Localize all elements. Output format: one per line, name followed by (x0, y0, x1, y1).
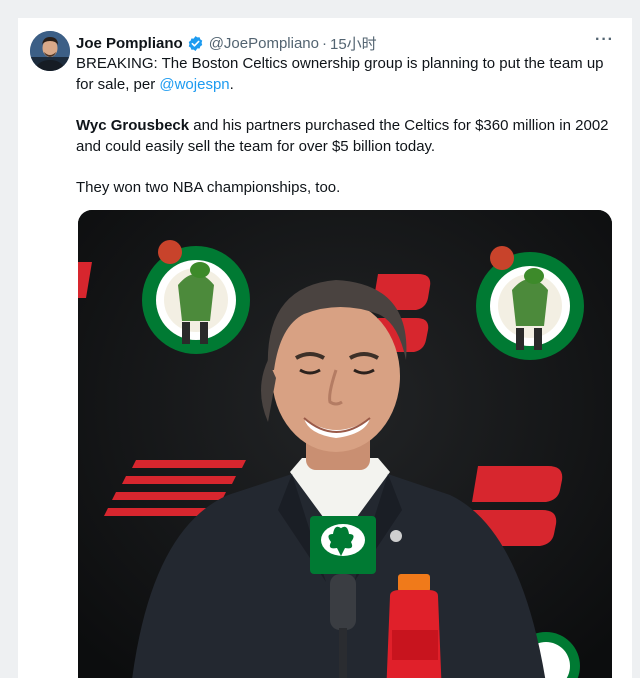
separator-dot: · (321, 34, 327, 52)
tweet-paragraph-3: They won two NBA championships, too. (76, 179, 341, 196)
tweet-line1-pre: BREAKING: The Boston Celtics ownership g… (76, 55, 604, 93)
right-border (632, 0, 640, 678)
avatar[interactable] (30, 31, 70, 71)
tweet-photo[interactable] (78, 210, 612, 678)
tweet-header: Joe Pompliano @JoePompliano · 15小时 (76, 33, 377, 53)
author-handle[interactable]: @JoePompliano (209, 35, 319, 52)
tweet-paragraph-2: Wyc Grousbeck and his partners purchased… (76, 116, 616, 157)
more-options-icon[interactable]: ··· (595, 31, 614, 49)
tweet-card[interactable]: Joe Pompliano @JoePompliano · 15小时 ··· B… (18, 18, 632, 678)
tweet-text: BREAKING: The Boston Celtics ownership g… (76, 54, 616, 199)
mention-link[interactable]: @wojespn (159, 76, 229, 93)
author-name[interactable]: Joe Pompliano (76, 35, 183, 52)
owner-name: Wyc Grousbeck (76, 117, 190, 134)
verified-badge-icon (187, 35, 204, 52)
tweet-timestamp[interactable]: 15小时 (330, 33, 377, 54)
left-border (0, 0, 18, 678)
tweet-line1-post: . (229, 75, 234, 93)
tweet-paragraph-1: BREAKING: The Boston Celtics ownership g… (76, 54, 616, 95)
top-border (0, 0, 640, 18)
page: Joe Pompliano @JoePompliano · 15小时 ··· B… (0, 0, 640, 678)
